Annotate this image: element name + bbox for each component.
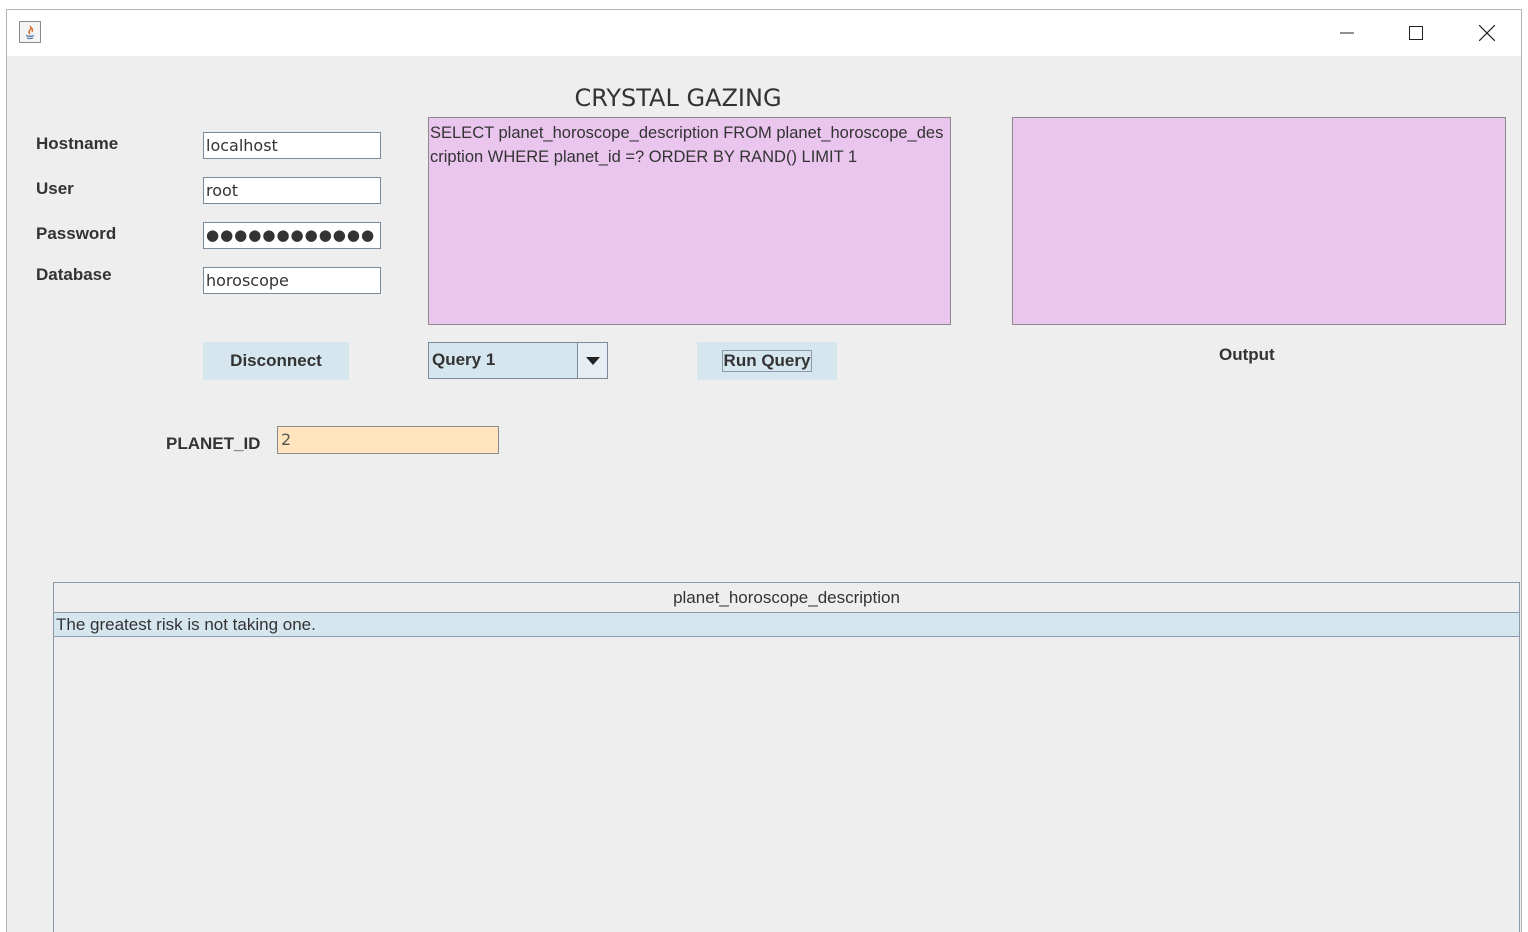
minimize-button[interactable]	[1312, 10, 1382, 56]
title-bar	[7, 10, 1521, 56]
user-field[interactable]: root	[203, 177, 381, 204]
planet-id-label: PLANET_ID	[166, 434, 261, 453]
planet-id-field[interactable]: 2	[277, 426, 499, 454]
java-app-icon	[19, 21, 41, 43]
query-text-area[interactable]: SELECT planet_horoscope_description FROM…	[428, 117, 951, 325]
app-title: CRYSTAL GAZING	[574, 84, 782, 112]
close-icon	[1479, 25, 1495, 41]
minimize-icon	[1340, 32, 1354, 34]
run-query-button[interactable]: Run Query	[697, 342, 837, 380]
output-label: Output	[1219, 345, 1275, 364]
app-window: CRYSTAL GAZING Hostname localhost User r…	[6, 9, 1522, 932]
column-header[interactable]: planet_horoscope_description	[54, 583, 1519, 613]
query-select[interactable]: Query 1	[428, 342, 608, 379]
maximize-button[interactable]	[1381, 10, 1451, 56]
table-row[interactable]: The greatest risk is not taking one.	[54, 613, 1519, 637]
output-area[interactable]	[1012, 117, 1506, 325]
password-label: Password	[36, 224, 117, 243]
maximize-icon	[1409, 26, 1423, 40]
chevron-down-icon[interactable]	[577, 343, 607, 378]
user-label: User	[36, 179, 74, 198]
table-cell: The greatest risk is not taking one.	[56, 615, 316, 634]
hostname-field[interactable]: localhost	[203, 132, 381, 159]
disconnect-label: Disconnect	[230, 351, 322, 370]
database-label: Database	[36, 265, 112, 284]
password-field[interactable]: ●●●●●●●●●●●●	[203, 222, 381, 249]
results-table: planet_horoscope_description The greates…	[53, 582, 1520, 932]
disconnect-button[interactable]: Disconnect	[203, 342, 349, 380]
hostname-label: Hostname	[36, 134, 119, 153]
run-query-label: Run Query	[721, 350, 813, 372]
database-field[interactable]: horoscope	[203, 267, 381, 294]
query-select-value: Query 1	[432, 350, 496, 369]
close-button[interactable]	[1452, 10, 1521, 56]
